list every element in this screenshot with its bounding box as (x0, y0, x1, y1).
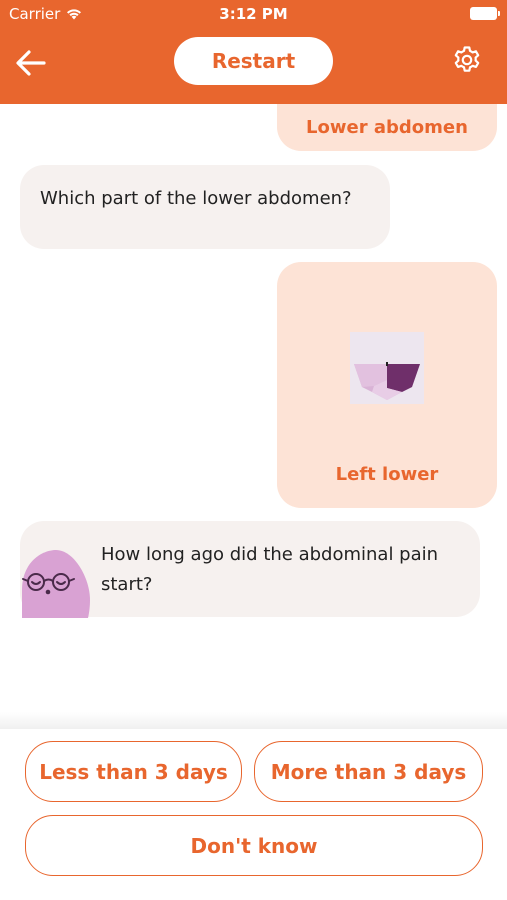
answer-bubble: Left lower (277, 262, 497, 508)
answer-options-panel: Less than 3 days More than 3 days Don't … (0, 729, 507, 900)
answer-text: Left lower (335, 464, 439, 485)
dont-know-button[interactable]: Don't know (25, 815, 483, 876)
previous-answer-bubble: Lower abdomen (277, 104, 497, 151)
question-bubble: Which part of the lower abdomen? (20, 165, 390, 249)
question-text: Which part of the lower abdomen? (40, 188, 352, 209)
app-header: Carrier 3:12 PM Restart (0, 0, 507, 104)
settings-button[interactable] (452, 45, 482, 75)
avatar-icon (22, 550, 90, 618)
answers-divider (0, 712, 507, 730)
battery-icon (470, 7, 500, 20)
question-text: How long ago did the abdominal pain star… (101, 544, 439, 595)
previous-answer-text: Lower abdomen (306, 117, 468, 138)
status-time: 3:12 PM (219, 5, 288, 23)
arrow-left-icon (16, 50, 46, 76)
restart-button[interactable]: Restart (174, 37, 333, 85)
status-bar: Carrier 3:12 PM (0, 0, 507, 30)
more-than-3-days-button[interactable]: More than 3 days (254, 741, 483, 802)
less-than-3-days-button[interactable]: Less than 3 days (25, 741, 242, 802)
abdomen-diagram-image (350, 332, 424, 404)
gear-icon (454, 46, 480, 72)
assistant-avatar (20, 548, 92, 618)
back-button[interactable] (14, 48, 48, 78)
